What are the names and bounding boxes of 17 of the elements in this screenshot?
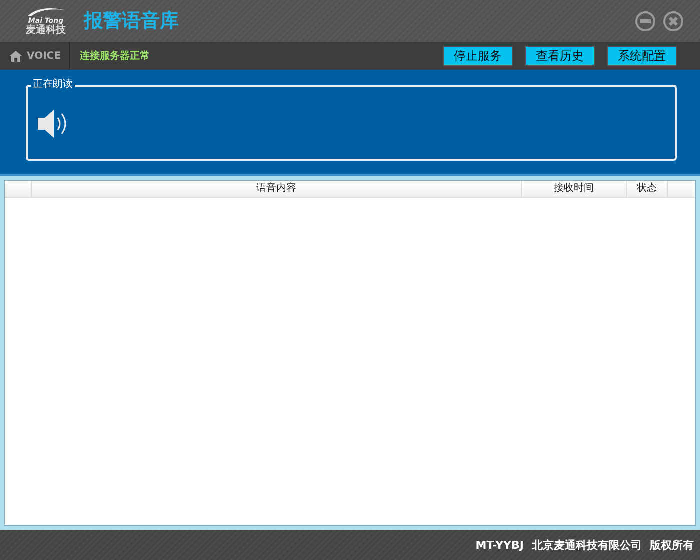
toolbar-button[interactable]: 系统配置 bbox=[607, 46, 677, 66]
section-label: VOICE bbox=[27, 50, 61, 62]
column-header: 状态 bbox=[627, 181, 668, 197]
window-title: 报警语音库 bbox=[84, 9, 179, 34]
minimize-icon[interactable] bbox=[635, 10, 656, 32]
column-header: 接收时间 bbox=[522, 181, 627, 197]
toolbar-button[interactable]: 查看历史 bbox=[525, 46, 595, 66]
panel-legend: 正在朗读 bbox=[31, 79, 75, 91]
connection-status: 连接服务器正常 bbox=[80, 50, 150, 63]
column-header: 语音内容 bbox=[32, 181, 522, 197]
copyright-text: 版权所有 bbox=[650, 538, 694, 552]
toolbar-button[interactable]: 停止服务 bbox=[443, 46, 513, 66]
product-code: MT-YYBJ bbox=[476, 538, 524, 552]
home-icon bbox=[10, 50, 22, 62]
company-name: 北京麦通科技有限公司 bbox=[532, 538, 642, 552]
close-icon[interactable] bbox=[663, 10, 684, 32]
logo-text: 麦通科技 bbox=[26, 24, 66, 36]
